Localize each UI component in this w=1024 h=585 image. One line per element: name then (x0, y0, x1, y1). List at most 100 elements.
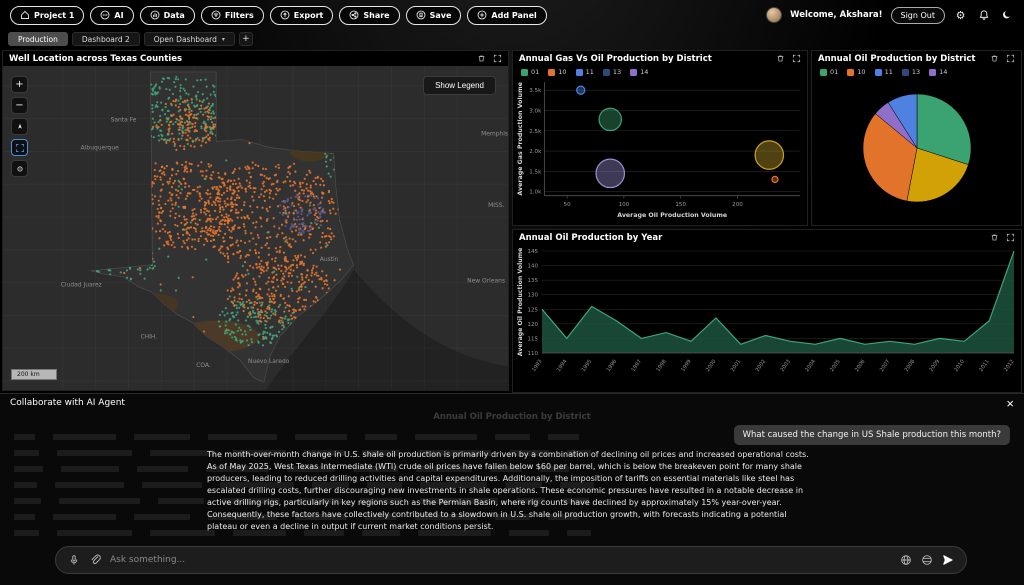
filter-icon (211, 10, 221, 20)
add-panel-button[interactable]: Add Panel (467, 6, 546, 25)
legend-item-01[interactable]: 01 (521, 68, 539, 76)
filters-button[interactable]: Filters (201, 6, 264, 25)
add-tab-button[interactable]: + (239, 32, 253, 46)
svg-text:Average Oil Production Volume: Average Oil Production Volume (517, 248, 524, 357)
web-icon[interactable] (921, 554, 933, 566)
pie-panel-title: Annual Oil Production by District (818, 54, 976, 64)
delete-panel-icon[interactable] (990, 54, 999, 63)
user-message-bubble: What caused the change in US Shale produ… (734, 425, 1010, 445)
scatter-panel-title: Annual Gas Vs Oil Production by District (519, 54, 712, 64)
legend-swatch (521, 69, 528, 76)
compass-icon[interactable] (11, 118, 28, 135)
area-panel-title: Annual Oil Production by Year (519, 233, 662, 243)
legend-item-01[interactable]: 01 (820, 68, 838, 76)
send-icon[interactable] (942, 554, 954, 566)
theme-moon-icon[interactable] (999, 8, 1014, 23)
project-button[interactable]: Project 1 (10, 6, 84, 25)
map-controls: + − (11, 76, 28, 177)
ask-input[interactable] (110, 555, 891, 565)
settings-gear-icon[interactable]: ⚙ (953, 8, 968, 23)
svg-text:Average Gas Production Volume: Average Gas Production Volume (517, 82, 524, 195)
legend-item-11[interactable]: 11 (576, 68, 594, 76)
svg-text:1994: 1994 (556, 358, 569, 373)
scatter-panel: Annual Gas Vs Oil Production by District… (512, 50, 808, 226)
svg-text:2.0k: 2.0k (529, 149, 542, 155)
legend-item-14[interactable]: 14 (630, 68, 648, 76)
show-legend-button[interactable]: Show Legend (423, 76, 496, 95)
svg-text:Santa Fe: Santa Fe (111, 117, 137, 124)
open-dashboard-dropdown[interactable]: Open Dashboard ▾ (144, 32, 235, 46)
legend-label: 11 (885, 68, 893, 76)
gas-vs-oil-scatter-chart: 1.0k1.5k2.0k2.5k3.0k3.5k50100150200Avera… (513, 78, 807, 220)
svg-text:2012: 2012 (1003, 359, 1015, 373)
svg-text:150: 150 (675, 202, 686, 208)
svg-text:100: 100 (619, 202, 630, 208)
expand-panel-icon[interactable] (493, 54, 502, 63)
delete-panel-icon[interactable] (990, 233, 999, 242)
svg-text:135: 135 (528, 278, 539, 284)
add-panel-label: Add Panel (491, 11, 536, 20)
map-scale-bar: 200 km (11, 369, 57, 380)
filters-label: Filters (225, 11, 254, 20)
svg-text:145: 145 (528, 249, 539, 255)
legend-item-10[interactable]: 10 (548, 68, 566, 76)
data-label: Data (164, 11, 185, 20)
expand-panel-icon[interactable] (792, 54, 801, 63)
svg-text:2003: 2003 (780, 359, 792, 373)
avatar[interactable] (766, 7, 782, 23)
plus-icon (477, 10, 487, 20)
texas-wells-map[interactable]: Santa FeAlbuquerqueCiudad JuarezCHIH.COA… (3, 66, 508, 390)
legend-item-10[interactable]: 10 (847, 68, 865, 76)
toolbar-right: Welcome, Akshara! Sign Out ⚙ (766, 7, 1014, 24)
data-button[interactable]: Data (140, 6, 195, 25)
svg-text:Average Oil Production Volume: Average Oil Production Volume (617, 212, 727, 219)
legend-item-11[interactable]: 11 (875, 68, 893, 76)
ai-button[interactable]: AI (90, 6, 133, 25)
svg-text:2006: 2006 (854, 359, 866, 373)
svg-text:1996: 1996 (606, 359, 618, 373)
dashboard-tabbar: Production Dashboard 2 Open Dashboard ▾ … (0, 30, 1024, 48)
project-label: Project 1 (34, 11, 74, 20)
chevron-down-icon: ▾ (222, 36, 225, 43)
tab-production[interactable]: Production (8, 32, 68, 46)
expand-panel-icon[interactable] (1006, 54, 1015, 63)
welcome-text: Welcome, Akshara! (790, 10, 882, 20)
delete-panel-icon[interactable] (477, 54, 486, 63)
legend-item-14[interactable]: 14 (929, 68, 947, 76)
legend-swatch (902, 69, 909, 76)
legend-swatch (929, 69, 936, 76)
svg-text:1997: 1997 (631, 359, 643, 373)
oil-by-district-pie-chart (817, 78, 1017, 210)
expand-panel-icon[interactable] (1006, 233, 1015, 242)
zoom-out-button[interactable]: − (11, 97, 28, 114)
ai-overlay-title: Collaborate with AI Agent (10, 398, 125, 408)
globe-icon[interactable] (900, 554, 912, 566)
svg-text:1.0k: 1.0k (529, 190, 542, 196)
area-panel: Annual Oil Production by Year 1101151201… (512, 229, 1022, 393)
svg-text:1993: 1993 (531, 359, 543, 373)
zoom-in-button[interactable]: + (11, 76, 28, 93)
legend-swatch (847, 69, 854, 76)
app-root: Project 1 AI Data Filters Export Share (0, 0, 1024, 585)
legend-item-13[interactable]: 13 (603, 68, 621, 76)
notifications-bell-icon[interactable] (976, 8, 991, 23)
paperclip-icon[interactable] (89, 554, 101, 566)
svg-text:1.5k: 1.5k (529, 169, 542, 175)
legend-label: 14 (939, 68, 947, 76)
sign-out-button[interactable]: Sign Out (891, 7, 946, 24)
microphone-icon[interactable] (68, 554, 80, 566)
svg-text:Ciudad Juarez: Ciudad Juarez (61, 282, 102, 289)
share-button[interactable]: Share (339, 6, 399, 25)
home-icon (20, 10, 30, 20)
fullscreen-map-icon[interactable] (11, 139, 28, 156)
geolocate-icon[interactable] (11, 160, 28, 177)
toolbar-left: Project 1 AI Data Filters Export Share (10, 6, 547, 25)
legend-swatch (548, 69, 555, 76)
save-button[interactable]: Save (406, 6, 462, 25)
export-button[interactable]: Export (270, 6, 334, 25)
legend-item-13[interactable]: 13 (902, 68, 920, 76)
svg-text:2001: 2001 (730, 359, 742, 373)
tab-dashboard-2[interactable]: Dashboard 2 (72, 32, 140, 46)
delete-panel-icon[interactable] (776, 54, 785, 63)
close-icon[interactable]: × (1006, 397, 1014, 410)
